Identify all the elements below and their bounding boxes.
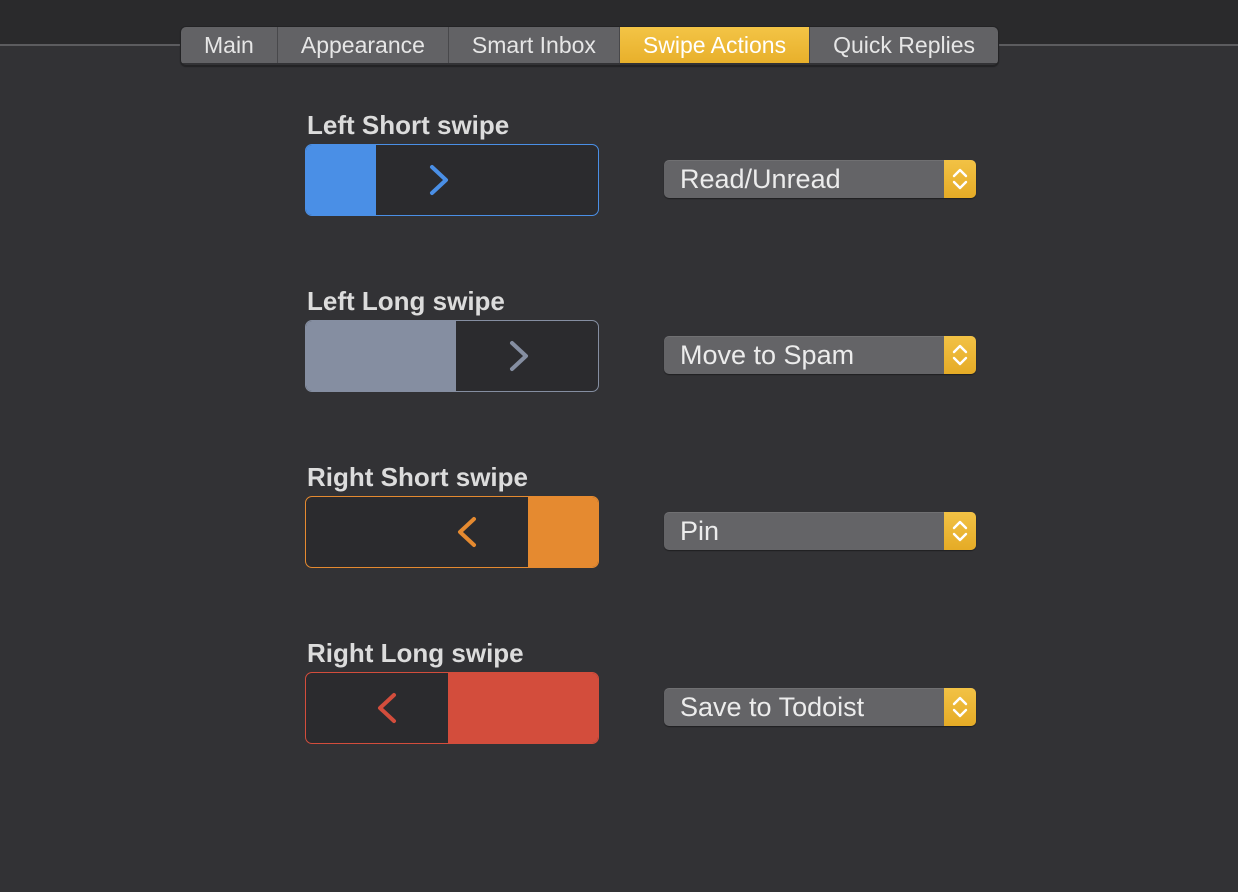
right-short-swipe-label: Right Short swipe [307, 462, 528, 492]
left-short-swipe-label: Left Short swipe [307, 110, 510, 140]
right-long-swipe-action-value: Save to Todoist [680, 692, 865, 722]
chevron-up-down-icon[interactable] [944, 336, 976, 374]
left-short-swipe-preview [305, 144, 599, 216]
right-long-swipe-preview [305, 672, 599, 744]
right-long-swipe-fill [448, 673, 598, 743]
left-long-swipe-action-select[interactable]: Move to Spam [664, 336, 976, 374]
chevron-up-down-icon[interactable] [944, 688, 976, 726]
tab-smart-inbox[interactable]: Smart Inbox [448, 27, 620, 63]
right-arrow-icon [468, 341, 528, 371]
left-long-swipe-label: Left Long swipe [307, 286, 505, 316]
tab-quick-replies[interactable]: Quick Replies [810, 27, 998, 63]
tab-main[interactable]: Main [181, 27, 278, 63]
left-short-swipe-action-value: Read/Unread [680, 164, 841, 194]
tab-appearance[interactable]: Appearance [277, 27, 449, 63]
right-long-swipe-label: Right Long swipe [307, 638, 524, 668]
chevron-up-down-icon[interactable] [944, 512, 976, 550]
left-long-swipe-preview [305, 320, 599, 392]
left-arrow-icon [458, 517, 518, 547]
right-arrow-icon [388, 165, 448, 195]
right-long-swipe-action-select[interactable]: Save to Todoist [664, 688, 976, 726]
right-short-swipe-fill [528, 497, 598, 567]
right-short-swipe-preview [305, 496, 599, 568]
left-long-swipe-fill [306, 321, 456, 391]
left-short-swipe-fill [306, 145, 376, 215]
preferences-tab-bar: Main Appearance Smart Inbox Swipe Action… [180, 26, 999, 66]
chevron-up-down-icon[interactable] [944, 160, 976, 198]
left-long-swipe-action-value: Move to Spam [680, 340, 855, 370]
right-short-swipe-action-value: Pin [680, 516, 720, 546]
left-arrow-icon [378, 693, 438, 723]
right-short-swipe-action-select[interactable]: Pin [664, 512, 976, 550]
left-short-swipe-action-select[interactable]: Read/Unread [664, 160, 976, 198]
tab-swipe-actions[interactable]: Swipe Actions [619, 27, 811, 63]
